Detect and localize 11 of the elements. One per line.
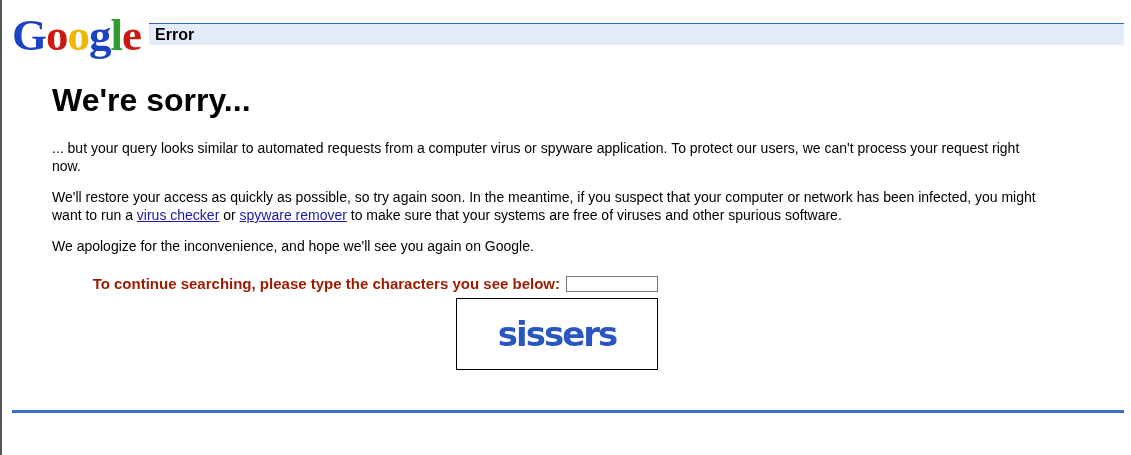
link[interactable]: spyware remover: [239, 207, 347, 223]
link[interactable]: virus checker: [136, 207, 220, 223]
paragraph: We apologize for the inconvenience, and hope we'll see you again on Google.: [52, 237, 535, 255]
page-title: Error: [155, 25, 195, 44]
heading: We're sorry...: [52, 82, 252, 119]
captcha-prompt: To continue searching, please type the characters you see below:: [92, 275, 560, 292]
captcha-input[interactable]: [566, 275, 658, 292]
google-logo: Google: [12, 12, 141, 58]
paragraph: ... but your query looks similar to automated requests from a computer virus or spyware application. To protect our users, we can't process your request right now.: [52, 139, 1021, 175]
paragraph: We'll restore your access as quickly as possible, so try again soon. In the meantime, if you suspect that your computer or network has been infected, you might want to run a virus checker or spyware remover to make sure that your systems are free of viruses and other spurious software.: [52, 188, 1037, 224]
captcha-text: sissers: [497, 314, 617, 354]
